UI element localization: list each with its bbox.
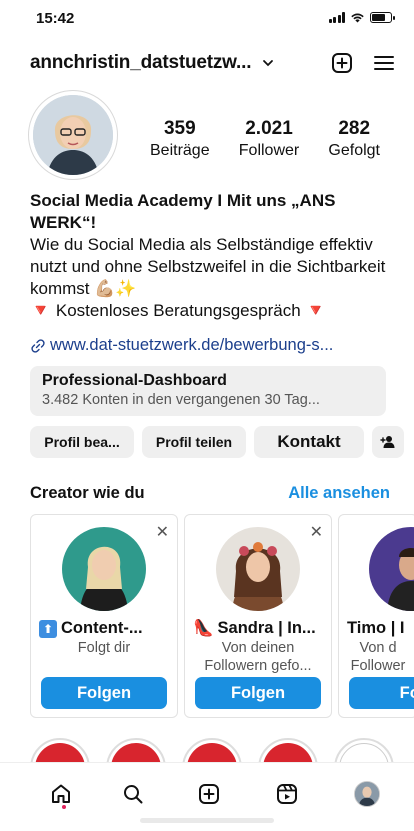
contact-button[interactable]: Kontakt [254,426,364,458]
tab-search[interactable] [118,779,148,809]
profile-tab-avatar [354,781,380,807]
bio-cta: 🔻 Kostenloses Beratungsgespräch 🔻 [30,301,327,320]
status-bar: 15:42 [0,0,414,38]
creator-avatar [369,527,414,611]
creator-suggestions-header: Creator wie du Alle ansehen [30,484,390,503]
profile-action-row: Profil bea... Profil teilen Kontakt [30,426,404,458]
username[interactable]: annchristin_datstuetzw... [30,52,251,74]
see-all-link[interactable]: Alle ansehen [288,484,390,503]
menu-icon[interactable] [372,51,396,75]
profile-stats: 359 Beiträge 2.021 Follower 282 Gefolgt [150,118,380,160]
creator-subtitle: Von d Follower [350,640,406,674]
creator-name: Timo | I [347,619,405,637]
creator-card[interactable]: ✕ ⬆ Content-... Folgt dir Folgen [30,514,178,718]
tab-reels[interactable] [272,779,302,809]
dashboard-subtitle: 3.482 Konten in den vergangenen 30 Tag..… [42,392,320,408]
creator-subtitle: Folgt dir [77,640,131,656]
follow-button[interactable]: Folgen [41,677,167,709]
create-icon [199,784,219,804]
signal-icon [328,12,345,23]
battery-icon [370,12,395,23]
share-profile-button[interactable]: Profil teilen [142,426,246,458]
profile-bio: Social Media Academy I Mit uns „ANS WERK… [30,190,400,322]
stat-posts[interactable]: 359 Beiträge [150,118,210,160]
wifi-icon [351,13,364,23]
home-indicator [140,818,274,823]
profile-link[interactable]: www.dat-stuetzwerk.de/bewerbung-s... [30,336,333,355]
creator-name: Content-... [61,619,143,637]
creator-card[interactable]: ✕ 👠 Sandra | In... Von deinen Followern g… [184,514,332,718]
creator-avatar [216,527,300,611]
notification-dot [62,805,66,809]
bio-name: Social Media Academy I Mit uns „ANS WERK… [30,191,336,232]
creator-avatar [62,527,146,611]
up-arrow-icon: ⬆ [39,619,57,638]
tab-home[interactable] [46,779,76,809]
chevron-down-icon[interactable] [261,56,275,70]
professional-dashboard[interactable]: Professional-Dashboard 3.482 Konten in d… [30,366,386,416]
creator-subtitle: Von deinen Followern gefo... [204,640,312,674]
status-icons [328,12,395,23]
stat-following[interactable]: 282 Gefolgt [328,118,380,160]
add-person-icon [380,436,395,448]
close-icon[interactable]: ✕ [310,522,323,542]
creator-name: Sandra | In... [217,619,316,637]
reels-icon [277,784,297,804]
edit-profile-button[interactable]: Profil bea... [30,426,134,458]
close-icon[interactable]: ✕ [156,522,169,542]
link-text: www.dat-stuetzwerk.de/bewerbung-s... [50,336,334,354]
search-icon [124,785,143,804]
profile-avatar[interactable] [28,90,118,180]
create-post-icon[interactable] [330,51,354,75]
discover-people-button[interactable] [372,426,404,458]
status-time: 15:42 [36,10,75,27]
tab-create[interactable] [194,779,224,809]
follow-button[interactable]: Folgen [195,677,321,709]
creator-section-title: Creator wie du [30,484,145,502]
stat-followers[interactable]: 2.021 Follower [239,118,299,160]
home-icon [52,784,70,803]
heel-icon: 👠 [193,619,214,637]
profile-photo [33,95,113,175]
creator-card[interactable]: Timo | I Von d Follower Fol [338,514,414,718]
profile-header: annchristin_datstuetzw... [30,47,396,79]
dashboard-title: Professional-Dashboard [42,372,227,389]
link-icon [31,338,45,353]
creator-cards: ✕ ⬆ Content-... Folgt dir Folgen ✕ 👠 Sandr… [30,514,414,718]
bio-text: Wie du Social Media als Selbständige eff… [30,235,386,298]
tab-profile[interactable] [352,779,382,809]
follow-button[interactable]: Fol [349,677,414,709]
